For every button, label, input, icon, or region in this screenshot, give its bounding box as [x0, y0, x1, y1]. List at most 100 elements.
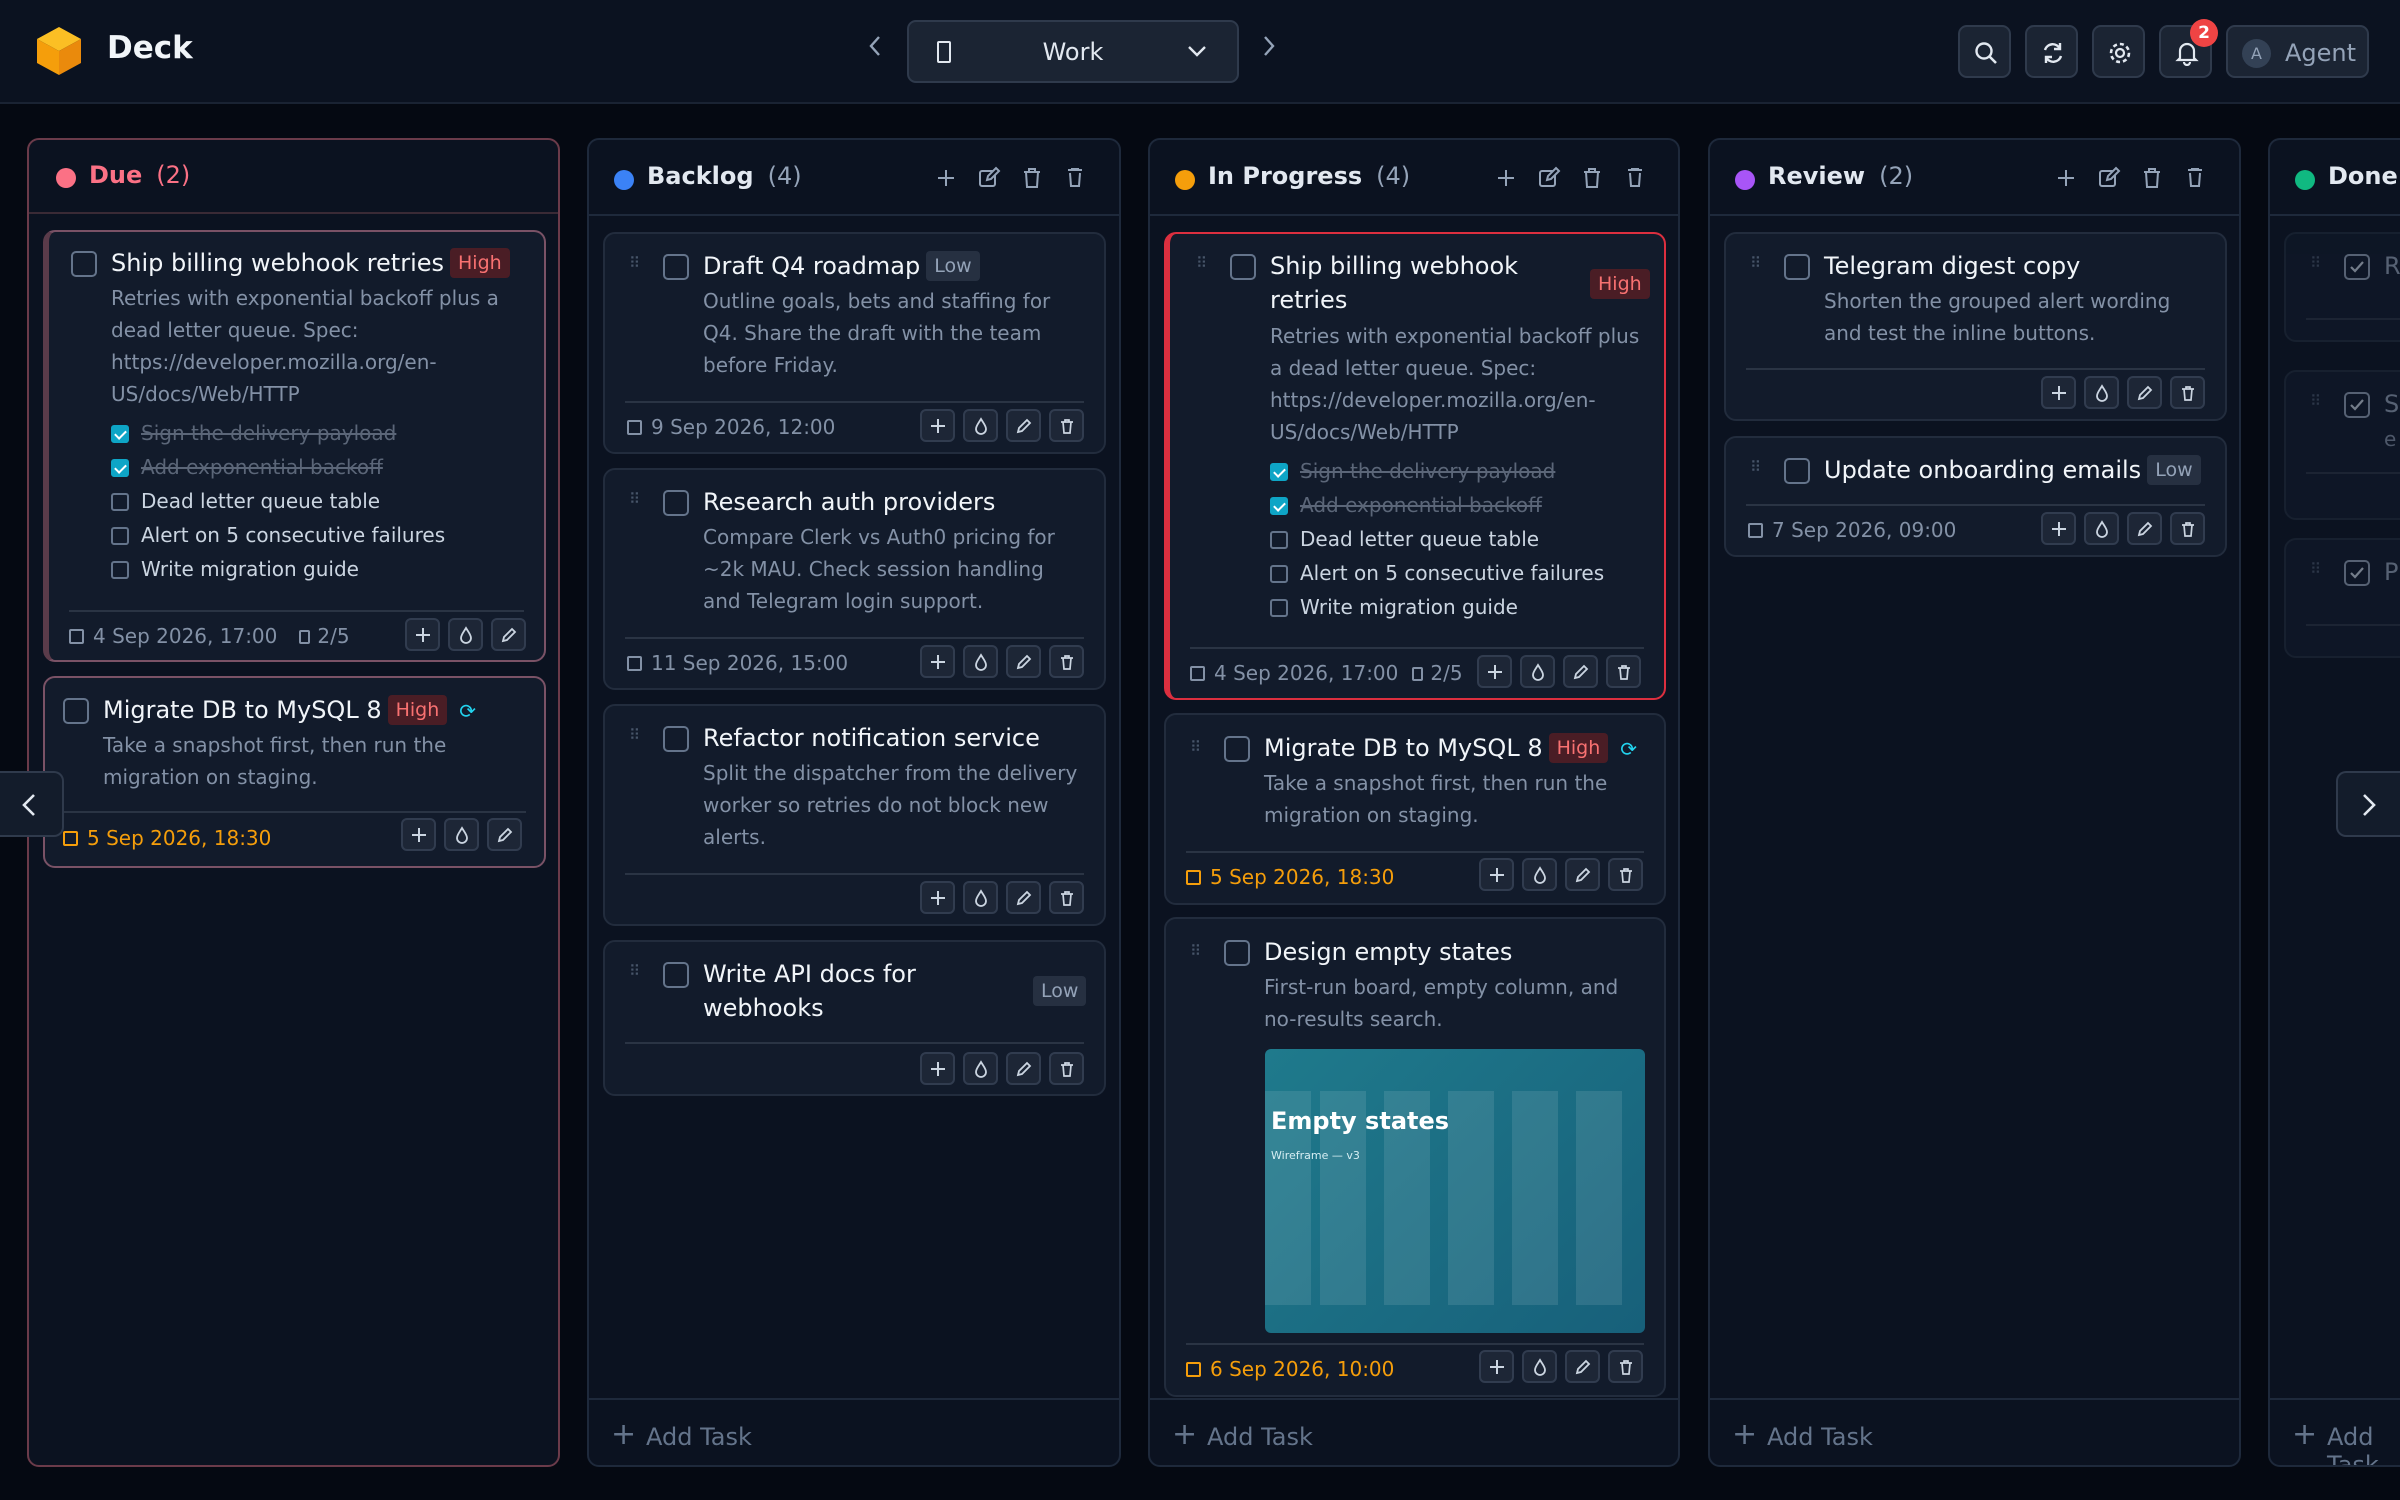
add-subtask-button[interactable] [920, 881, 955, 914]
color-button[interactable] [1522, 1350, 1557, 1383]
edit-button[interactable] [1006, 881, 1041, 914]
trash-icon[interactable] [1579, 165, 1605, 191]
plus-icon[interactable] [1493, 165, 1519, 191]
trash-icon[interactable] [2139, 165, 2165, 191]
plus-icon[interactable] [933, 165, 959, 191]
edit-icon[interactable] [976, 165, 1002, 191]
task-card-done[interactable]: ⠿ R [2284, 232, 2400, 342]
subtask-checkbox[interactable] [1270, 599, 1288, 617]
drag-handle-icon[interactable]: ⠿ [1190, 944, 1201, 965]
card-image-thumbnail[interactable]: Empty states Wireframe — v3 [1265, 1049, 1645, 1333]
settings-button[interactable] [2092, 25, 2145, 78]
edit-button[interactable] [1006, 409, 1041, 442]
delete-button[interactable] [1049, 1052, 1084, 1085]
delete-button[interactable] [1049, 881, 1084, 914]
subtask-item[interactable]: Dead letter queue table [111, 484, 445, 518]
task-checkbox[interactable] [1224, 940, 1250, 966]
add-subtask-button[interactable] [2041, 512, 2076, 545]
edit-button[interactable] [1565, 858, 1600, 891]
drag-handle-icon[interactable]: ⠿ [2310, 562, 2321, 583]
add-subtask-button[interactable] [2041, 376, 2076, 409]
subtask-checkbox[interactable] [111, 527, 129, 545]
delete-button[interactable] [1049, 409, 1084, 442]
subtask-checkbox[interactable] [1270, 463, 1288, 481]
drag-handle-icon[interactable]: ⠿ [629, 728, 640, 749]
task-card[interactable]: Migrate DB to MySQL 8 High ⟳ Take a snapsh… [43, 676, 546, 868]
subtask-checkbox[interactable] [111, 493, 129, 511]
subtask-checkbox[interactable] [111, 459, 129, 477]
drag-handle-icon[interactable]: ⠿ [2310, 256, 2321, 277]
task-checkbox[interactable] [1230, 254, 1256, 280]
task-checkbox[interactable] [71, 251, 97, 277]
subtask-item[interactable]: Write migration guide [111, 552, 445, 586]
task-card[interactable]: ⠿ Design empty states First-run board, e… [1164, 917, 1666, 1397]
add-task-button[interactable]: + Add Task [1150, 1398, 1678, 1465]
color-button[interactable] [448, 618, 483, 651]
task-card[interactable]: Ship billing webhook retries High Retries… [43, 230, 546, 662]
edit-icon[interactable] [2096, 165, 2122, 191]
edit-button[interactable] [487, 818, 522, 851]
task-checkbox[interactable] [63, 698, 89, 724]
edit-button[interactable] [2127, 512, 2162, 545]
archive-icon[interactable] [2182, 165, 2208, 191]
color-button[interactable] [963, 645, 998, 678]
delete-button[interactable] [2170, 512, 2205, 545]
task-checkbox[interactable] [663, 962, 689, 988]
edit-icon[interactable] [1536, 165, 1562, 191]
task-checkbox[interactable] [663, 254, 689, 280]
refresh-button[interactable] [2025, 25, 2078, 78]
drag-handle-icon[interactable]: ⠿ [2310, 394, 2321, 415]
prev-board-button[interactable] [860, 32, 890, 68]
next-board-button[interactable] [1254, 32, 1284, 68]
delete-button[interactable] [1608, 1350, 1643, 1383]
add-subtask-button[interactable] [1479, 1350, 1514, 1383]
add-subtask-button[interactable] [1479, 858, 1514, 891]
delete-button[interactable] [1049, 645, 1084, 678]
add-task-button[interactable]: + Add Task [2270, 1398, 2400, 1465]
color-button[interactable] [963, 881, 998, 914]
task-checkbox-checked[interactable] [2344, 254, 2370, 280]
subtask-checkbox[interactable] [1270, 531, 1288, 549]
color-button[interactable] [1522, 858, 1557, 891]
color-button[interactable] [2084, 376, 2119, 409]
task-card[interactable]: ⠿ Migrate DB to MySQL 8 High ⟳ Take a snap… [1164, 713, 1666, 905]
add-task-button[interactable]: + Add Task [1710, 1398, 2239, 1465]
subtask-checkbox[interactable] [1270, 565, 1288, 583]
drag-handle-icon[interactable]: ⠿ [1750, 256, 1761, 277]
task-card-done[interactable]: ⠿ P [2284, 538, 2400, 658]
search-button[interactable] [1958, 25, 2011, 78]
color-button[interactable] [963, 1052, 998, 1085]
task-card-done[interactable]: ⠿ S e [2284, 370, 2400, 520]
subtask-item[interactable]: Write migration guide [1270, 590, 1604, 624]
subtask-item[interactable]: Sign the delivery payload [111, 416, 445, 450]
color-button[interactable] [2084, 512, 2119, 545]
task-card[interactable]: ⠿ Research auth providers Compare Clerk … [603, 468, 1106, 690]
drag-handle-icon[interactable]: ⠿ [629, 964, 640, 985]
task-checkbox[interactable] [663, 726, 689, 752]
subtask-item[interactable]: Add exponential backoff [1270, 488, 1604, 522]
drag-handle-icon[interactable]: ⠿ [629, 492, 640, 513]
task-card[interactable]: ⠿ Refactor notification service Split th… [603, 704, 1106, 926]
color-button[interactable] [1520, 655, 1555, 688]
add-subtask-button[interactable] [401, 818, 436, 851]
edit-button[interactable] [1565, 1350, 1600, 1383]
task-checkbox[interactable] [1224, 736, 1250, 762]
delete-button[interactable] [1608, 858, 1643, 891]
task-checkbox[interactable] [663, 490, 689, 516]
archive-icon[interactable] [1622, 165, 1648, 191]
task-checkbox[interactable] [1784, 458, 1810, 484]
subtask-item[interactable]: Alert on 5 consecutive failures [111, 518, 445, 552]
add-subtask-button[interactable] [920, 409, 955, 442]
plus-icon[interactable] [2053, 165, 2079, 191]
color-button[interactable] [444, 818, 479, 851]
edit-button[interactable] [1006, 1052, 1041, 1085]
subtask-checkbox[interactable] [111, 425, 129, 443]
drag-handle-icon[interactable]: ⠿ [1750, 460, 1761, 481]
drag-handle-icon[interactable]: ⠿ [1190, 740, 1201, 761]
edit-button[interactable] [2127, 376, 2162, 409]
color-button[interactable] [963, 409, 998, 442]
delete-button[interactable] [2170, 376, 2205, 409]
add-task-button[interactable]: + Add Task [589, 1398, 1119, 1465]
subtask-item[interactable]: Alert on 5 consecutive failures [1270, 556, 1604, 590]
task-checkbox[interactable] [1784, 254, 1810, 280]
